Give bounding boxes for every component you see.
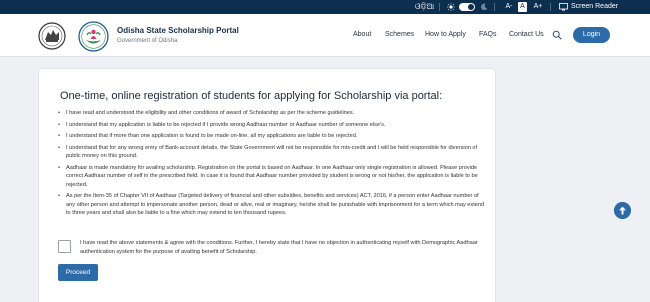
nav-about[interactable]: About [353,31,371,38]
terms-list: I have read and understood the eligibili… [58,109,488,221]
proceed-button[interactable]: Proceed [58,264,98,281]
terms-list-item: As per the Item-35 of Chapter VII of Aad… [58,192,488,218]
scroll-to-top-icon[interactable] [614,202,631,219]
terms-list-item: I understand that for any wrong entry of… [58,144,488,161]
divider [550,3,551,11]
screen-reader-link[interactable]: Screen Reader [571,2,618,12]
nav-how-to-apply[interactable]: How to Apply [425,31,466,38]
sun-icon[interactable] [447,3,455,11]
portal-logo[interactable] [78,21,109,52]
nav-schemes[interactable]: Schemes [385,31,414,38]
language-switch[interactable]: ଓଡ଼ିଆ [415,2,434,12]
font-increase-button[interactable]: A+ [532,2,544,12]
agree-checkbox[interactable] [58,240,71,253]
nav-faqs[interactable]: FAQs [479,31,497,38]
site-header: Odisha State Scholarship Portal Governme… [0,14,650,57]
moon-icon[interactable] [480,3,488,11]
utility-bar: ଓଡ଼ିଆ A- A A+ Screen Reader [0,0,650,14]
portal-title: Odisha State Scholarship Portal [117,26,239,35]
nav-contact-us[interactable]: Contact Us [509,31,544,38]
search-icon[interactable] [552,30,562,40]
divider [494,3,495,11]
agree-label[interactable]: I have read the above statements & agree… [80,239,480,257]
screen-reader-icon[interactable] [559,3,568,11]
login-button[interactable]: Login [573,27,610,43]
portal-subtitle: Government of Odisha [117,38,178,44]
font-decrease-button[interactable]: A- [504,2,514,12]
terms-list-item: I understand that if more than one appli… [58,132,488,141]
terms-list-item: I have read and understood the eligibili… [58,109,488,118]
registration-card: One-time, online registration of student… [38,68,496,302]
font-normal-button[interactable]: A [518,2,527,12]
terms-list-item: Aadhaar is made mandatory for availing s… [58,164,488,190]
divider [439,3,440,11]
state-emblem-logo[interactable] [36,21,68,51]
toggle-knob [468,4,474,10]
page-title: One-time, online registration of student… [60,90,443,102]
terms-list-item: I understand that my application is liab… [58,121,488,130]
theme-toggle[interactable] [459,3,475,11]
